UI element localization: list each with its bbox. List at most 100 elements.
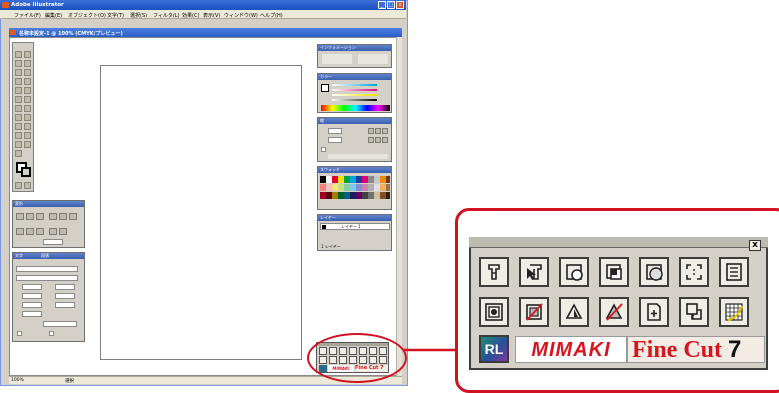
maximize-button[interactable]: □ [387,1,395,9]
spacing-field[interactable] [43,239,63,245]
full-screen-icon[interactable] [24,182,31,189]
color-spectrum[interactable] [321,105,390,111]
menu-file[interactable]: ファイル(F) [14,12,41,19]
remove-cut-icon[interactable] [599,297,629,327]
paragraph-tab[interactable]: 段落 [41,253,49,259]
menu-object[interactable]: オブジェクト(O) [68,12,106,19]
graph-tool-icon[interactable] [24,114,31,121]
line-tool-icon[interactable] [15,78,22,85]
color-tab[interactable]: カラー [320,74,332,80]
menu-window[interactable]: ウィンドウ(W) [224,12,258,19]
stroke-weight-field[interactable] [328,128,342,134]
artboard[interactable] [100,65,302,360]
menu-type[interactable]: 文字(T) [107,12,124,19]
vertical-scrollbar[interactable] [396,37,402,376]
align-left-icon[interactable] [16,213,24,220]
magic-wand-tool-icon[interactable] [15,60,22,67]
align-top-icon[interactable] [49,213,57,220]
selection-tool-icon[interactable] [15,51,22,58]
eyedropper-tool-icon[interactable] [15,132,22,139]
cap-round-icon[interactable] [375,128,381,134]
swatch-grid[interactable] [320,176,390,206]
font-size-field[interactable] [22,284,42,290]
baseline-shift-field[interactable] [22,311,42,317]
distribute-left-icon[interactable] [16,228,24,235]
warp-tool-icon[interactable] [15,105,22,112]
plotter-output-icon[interactable] [479,257,509,287]
round-corner-icon[interactable] [639,257,669,287]
frame-icon[interactable] [479,297,509,327]
add-page-icon[interactable] [639,297,669,327]
transform-tab[interactable]: 変形 [15,201,23,207]
align-middle-icon[interactable] [59,213,67,220]
symbol-tool-icon[interactable] [15,114,22,121]
stroke-tab[interactable]: 線 [320,118,324,124]
cyan-slider[interactable] [332,84,377,86]
cut-output-icon[interactable] [519,257,549,287]
kerning-field[interactable] [22,293,42,299]
pen-tool-icon[interactable] [15,69,22,76]
finecut-close-button[interactable]: x [749,240,761,251]
register-mark-icon[interactable] [679,257,709,287]
menu-edit[interactable]: 編集(E) [45,12,62,19]
stroke-swatch[interactable] [21,167,31,177]
leading-field[interactable] [55,284,75,290]
direct-selection-tool-icon[interactable] [24,51,31,58]
scissors-tool-icon[interactable] [15,141,22,148]
cap-butt-icon[interactable] [368,128,374,134]
layers-tab[interactable]: レイヤー [320,215,336,221]
magenta-slider[interactable] [332,89,377,91]
horizontal-scale-field[interactable] [55,302,75,308]
zoom-level[interactable]: 100% [11,378,24,383]
option-checkbox[interactable] [17,331,22,336]
list-icon[interactable] [719,257,749,287]
free-transform-tool-icon[interactable] [24,105,31,112]
tracking-field[interactable] [55,293,75,299]
language-select[interactable] [43,321,77,327]
layer-name[interactable]: レイヤー 1 [341,224,361,230]
dash-fields[interactable] [328,154,388,159]
emboss-icon[interactable] [559,297,589,327]
blend-tool-icon[interactable] [24,132,31,139]
black-slider[interactable] [332,99,377,101]
menu-select[interactable]: 選択(S) [130,12,147,19]
rl-button[interactable]: RL [479,335,509,363]
join-bevel-icon[interactable] [382,137,388,143]
option-checkbox-2[interactable] [49,331,54,336]
distribute-middle-icon[interactable] [59,228,67,235]
align-center-icon[interactable] [26,213,34,220]
cut-line-icon[interactable] [559,257,589,287]
join-round-icon[interactable] [375,137,381,143]
yellow-slider[interactable] [332,94,377,96]
menu-help[interactable]: ヘルプ(H) [260,12,283,19]
menu-view[interactable]: 表示(V) [203,12,220,19]
gradient-tool-icon[interactable] [24,123,31,130]
transfer-icon[interactable] [679,297,709,327]
color-fill-swatch[interactable] [321,84,329,92]
font-family-select[interactable] [16,266,78,272]
scale-tool-icon[interactable] [24,96,31,103]
info-tab[interactable]: インフォメーション [320,45,356,51]
mesh-tool-icon[interactable] [15,123,22,130]
align-right-icon[interactable] [36,213,44,220]
minimize-button[interactable]: _ [378,1,386,9]
hand-tool-icon[interactable] [24,141,31,148]
pencil-tool-icon[interactable] [24,87,31,94]
align-bottom-icon[interactable] [69,213,77,220]
menu-filter[interactable]: フィルタ(L) [153,12,180,19]
disable-cut-icon[interactable] [519,297,549,327]
dashed-line-checkbox[interactable] [321,147,326,152]
weed-grid-icon[interactable] [719,297,749,327]
layer-arrange-icon[interactable] [599,257,629,287]
layer-row[interactable]: レイヤー 1 [320,223,390,230]
vertical-scale-field[interactable] [22,302,42,308]
type-tool-icon[interactable] [24,69,31,76]
character-tab[interactable]: 文字 [15,253,23,259]
rotate-tool-icon[interactable] [15,96,22,103]
eye-icon[interactable] [322,225,326,229]
menu-effect[interactable]: 効果(C) [182,12,199,19]
close-button[interactable]: x [396,1,404,9]
distribute-center-icon[interactable] [26,228,34,235]
brush-tool-icon[interactable] [15,87,22,94]
screen-mode-icon[interactable] [15,182,22,189]
